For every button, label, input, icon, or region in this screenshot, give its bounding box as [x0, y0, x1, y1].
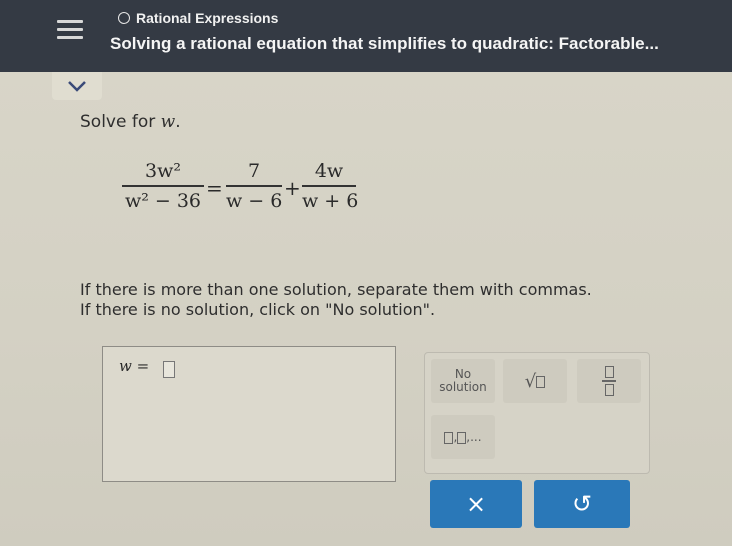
lhs-numerator: 3w² — [145, 160, 181, 182]
close-icon: × — [465, 490, 487, 518]
undo-icon: ↺ — [571, 490, 593, 518]
topic-label: Rational Expressions — [136, 10, 279, 26]
term1-fraction: 7 w − 6 — [226, 160, 282, 212]
progress-circle-icon — [118, 12, 130, 24]
term2-fraction: 4w w + 6 — [302, 160, 359, 212]
answer-input[interactable] — [163, 361, 175, 378]
problem-prompt: Solve for w. — [80, 112, 181, 132]
term2-denominator: w + 6 — [302, 189, 359, 212]
prompt-variable: w — [160, 112, 176, 132]
math-keypad: No solution √ ,,... — [424, 352, 650, 474]
clear-button[interactable]: × — [430, 480, 522, 528]
term2-numerator: 4w — [314, 160, 344, 182]
collapse-toggle[interactable] — [52, 72, 102, 100]
list-entry-icon: ,,... — [444, 430, 482, 444]
term1-denominator: w − 6 — [226, 189, 283, 212]
header-bar: Rational Expressions Solving a rational … — [0, 0, 732, 72]
plus-sign: + — [284, 176, 301, 200]
answer-area[interactable]: w = — [102, 346, 396, 482]
topic-title: Rational Expressions — [118, 10, 278, 26]
answer-label: w = — [119, 357, 150, 375]
term1-numerator: 7 — [247, 160, 261, 182]
instruction-line-2: If there is no solution, click on "No so… — [80, 300, 436, 319]
instructions: If there is more than one solution, sepa… — [80, 280, 592, 320]
fraction-button[interactable] — [577, 359, 641, 403]
chevron-down-icon — [68, 81, 86, 92]
hamburger-menu-icon[interactable] — [57, 20, 83, 40]
page-title: Solving a rational equation that simplif… — [110, 34, 659, 53]
no-solution-button[interactable]: No solution — [431, 359, 495, 403]
list-entry-button[interactable]: ,,... — [431, 415, 495, 459]
undo-button[interactable]: ↺ — [534, 480, 630, 528]
instruction-line-1: If there is more than one solution, sepa… — [80, 280, 592, 299]
fraction-icon — [602, 366, 616, 396]
equals-sign: = — [206, 176, 223, 200]
square-root-button[interactable]: √ — [503, 359, 567, 403]
lhs-fraction: 3w² w² − 36 — [122, 160, 204, 212]
square-root-icon: √ — [525, 371, 546, 392]
lhs-denominator: w² − 36 — [124, 189, 202, 212]
